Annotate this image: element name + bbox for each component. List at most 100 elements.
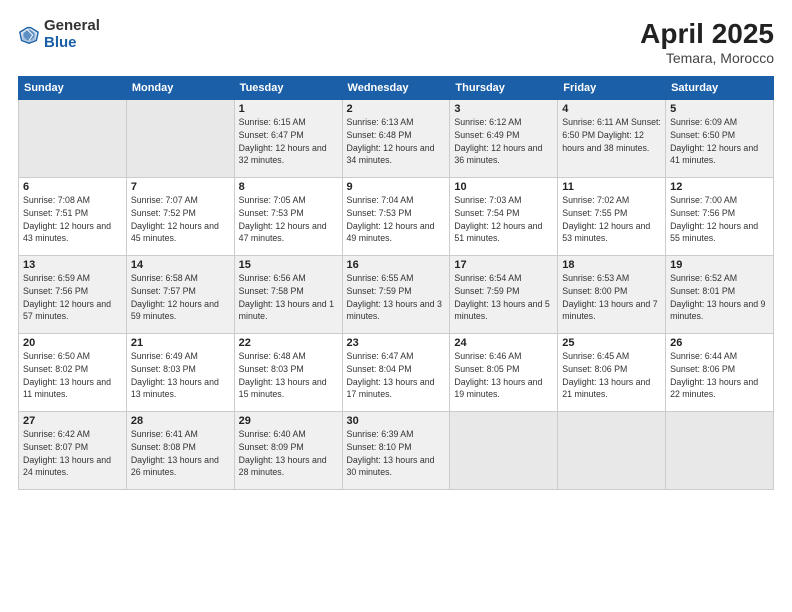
day-cell: 20Sunrise: 6:50 AM Sunset: 8:02 PM Dayli…	[19, 334, 127, 412]
day-cell: 19Sunrise: 6:52 AM Sunset: 8:01 PM Dayli…	[666, 256, 774, 334]
day-info: Sunrise: 6:44 AM Sunset: 8:06 PM Dayligh…	[670, 350, 769, 401]
week-row-3: 13Sunrise: 6:59 AM Sunset: 7:56 PM Dayli…	[19, 256, 774, 334]
day-info: Sunrise: 6:47 AM Sunset: 8:04 PM Dayligh…	[347, 350, 446, 401]
day-cell: 27Sunrise: 6:42 AM Sunset: 8:07 PM Dayli…	[19, 412, 127, 490]
day-number: 8	[239, 181, 338, 193]
day-number: 13	[23, 259, 122, 271]
day-cell: 13Sunrise: 6:59 AM Sunset: 7:56 PM Dayli…	[19, 256, 127, 334]
calendar: Sunday Monday Tuesday Wednesday Thursday…	[18, 76, 774, 490]
week-row-5: 27Sunrise: 6:42 AM Sunset: 8:07 PM Dayli…	[19, 412, 774, 490]
day-number: 18	[562, 259, 661, 271]
col-monday: Monday	[126, 77, 234, 100]
day-cell: 3Sunrise: 6:12 AM Sunset: 6:49 PM Daylig…	[450, 100, 558, 178]
logo-blue: Blue	[44, 35, 100, 52]
day-info: Sunrise: 6:58 AM Sunset: 7:57 PM Dayligh…	[131, 272, 230, 323]
day-cell: 12Sunrise: 7:00 AM Sunset: 7:56 PM Dayli…	[666, 178, 774, 256]
day-cell: 29Sunrise: 6:40 AM Sunset: 8:09 PM Dayli…	[234, 412, 342, 490]
day-info: Sunrise: 7:08 AM Sunset: 7:51 PM Dayligh…	[23, 194, 122, 245]
day-info: Sunrise: 6:13 AM Sunset: 6:48 PM Dayligh…	[347, 116, 446, 167]
day-number: 1	[239, 103, 338, 115]
day-number: 15	[239, 259, 338, 271]
title-block: April 2025 Temara, Morocco	[640, 18, 774, 66]
col-saturday: Saturday	[666, 77, 774, 100]
day-cell: 8Sunrise: 7:05 AM Sunset: 7:53 PM Daylig…	[234, 178, 342, 256]
day-info: Sunrise: 7:02 AM Sunset: 7:55 PM Dayligh…	[562, 194, 661, 245]
day-info: Sunrise: 6:48 AM Sunset: 8:03 PM Dayligh…	[239, 350, 338, 401]
day-number: 9	[347, 181, 446, 193]
day-info: Sunrise: 6:56 AM Sunset: 7:58 PM Dayligh…	[239, 272, 338, 323]
col-sunday: Sunday	[19, 77, 127, 100]
day-cell: 7Sunrise: 7:07 AM Sunset: 7:52 PM Daylig…	[126, 178, 234, 256]
month-title: April 2025	[640, 18, 774, 50]
day-number: 22	[239, 337, 338, 349]
day-number: 25	[562, 337, 661, 349]
day-cell: 6Sunrise: 7:08 AM Sunset: 7:51 PM Daylig…	[19, 178, 127, 256]
day-info: Sunrise: 7:00 AM Sunset: 7:56 PM Dayligh…	[670, 194, 769, 245]
day-number: 11	[562, 181, 661, 193]
col-friday: Friday	[558, 77, 666, 100]
location: Temara, Morocco	[640, 50, 774, 66]
col-wednesday: Wednesday	[342, 77, 450, 100]
day-cell: 9Sunrise: 7:04 AM Sunset: 7:53 PM Daylig…	[342, 178, 450, 256]
day-cell: 16Sunrise: 6:55 AM Sunset: 7:59 PM Dayli…	[342, 256, 450, 334]
calendar-body: 1Sunrise: 6:15 AM Sunset: 6:47 PM Daylig…	[19, 100, 774, 490]
day-number: 26	[670, 337, 769, 349]
calendar-header: Sunday Monday Tuesday Wednesday Thursday…	[19, 77, 774, 100]
day-info: Sunrise: 6:45 AM Sunset: 8:06 PM Dayligh…	[562, 350, 661, 401]
day-cell: 21Sunrise: 6:49 AM Sunset: 8:03 PM Dayli…	[126, 334, 234, 412]
week-row-1: 1Sunrise: 6:15 AM Sunset: 6:47 PM Daylig…	[19, 100, 774, 178]
logo-general: General	[44, 18, 100, 35]
day-cell	[126, 100, 234, 178]
day-number: 3	[454, 103, 553, 115]
day-cell: 17Sunrise: 6:54 AM Sunset: 7:59 PM Dayli…	[450, 256, 558, 334]
week-row-4: 20Sunrise: 6:50 AM Sunset: 8:02 PM Dayli…	[19, 334, 774, 412]
day-cell	[450, 412, 558, 490]
day-number: 5	[670, 103, 769, 115]
day-cell: 30Sunrise: 6:39 AM Sunset: 8:10 PM Dayli…	[342, 412, 450, 490]
day-number: 27	[23, 415, 122, 427]
day-info: Sunrise: 7:04 AM Sunset: 7:53 PM Dayligh…	[347, 194, 446, 245]
day-info: Sunrise: 6:55 AM Sunset: 7:59 PM Dayligh…	[347, 272, 446, 323]
day-number: 7	[131, 181, 230, 193]
day-cell: 25Sunrise: 6:45 AM Sunset: 8:06 PM Dayli…	[558, 334, 666, 412]
day-info: Sunrise: 6:12 AM Sunset: 6:49 PM Dayligh…	[454, 116, 553, 167]
day-info: Sunrise: 6:15 AM Sunset: 6:47 PM Dayligh…	[239, 116, 338, 167]
day-cell: 18Sunrise: 6:53 AM Sunset: 8:00 PM Dayli…	[558, 256, 666, 334]
day-number: 19	[670, 259, 769, 271]
day-number: 4	[562, 103, 661, 115]
day-info: Sunrise: 6:40 AM Sunset: 8:09 PM Dayligh…	[239, 428, 338, 479]
day-cell: 2Sunrise: 6:13 AM Sunset: 6:48 PM Daylig…	[342, 100, 450, 178]
day-cell: 1Sunrise: 6:15 AM Sunset: 6:47 PM Daylig…	[234, 100, 342, 178]
header: General Blue April 2025 Temara, Morocco	[18, 18, 774, 66]
day-info: Sunrise: 7:07 AM Sunset: 7:52 PM Dayligh…	[131, 194, 230, 245]
day-number: 14	[131, 259, 230, 271]
day-number: 24	[454, 337, 553, 349]
col-thursday: Thursday	[450, 77, 558, 100]
day-info: Sunrise: 6:09 AM Sunset: 6:50 PM Dayligh…	[670, 116, 769, 167]
day-info: Sunrise: 6:11 AM Sunset: 6:50 PM Dayligh…	[562, 116, 661, 154]
day-number: 17	[454, 259, 553, 271]
day-cell	[558, 412, 666, 490]
day-info: Sunrise: 6:41 AM Sunset: 8:08 PM Dayligh…	[131, 428, 230, 479]
day-cell: 26Sunrise: 6:44 AM Sunset: 8:06 PM Dayli…	[666, 334, 774, 412]
day-cell: 23Sunrise: 6:47 AM Sunset: 8:04 PM Dayli…	[342, 334, 450, 412]
day-info: Sunrise: 6:54 AM Sunset: 7:59 PM Dayligh…	[454, 272, 553, 323]
day-info: Sunrise: 6:49 AM Sunset: 8:03 PM Dayligh…	[131, 350, 230, 401]
day-cell: 11Sunrise: 7:02 AM Sunset: 7:55 PM Dayli…	[558, 178, 666, 256]
day-cell: 10Sunrise: 7:03 AM Sunset: 7:54 PM Dayli…	[450, 178, 558, 256]
day-number: 30	[347, 415, 446, 427]
day-number: 28	[131, 415, 230, 427]
logo-icon	[18, 24, 40, 46]
day-cell: 4Sunrise: 6:11 AM Sunset: 6:50 PM Daylig…	[558, 100, 666, 178]
day-info: Sunrise: 6:42 AM Sunset: 8:07 PM Dayligh…	[23, 428, 122, 479]
logo-text: General Blue	[44, 18, 100, 51]
day-number: 23	[347, 337, 446, 349]
day-number: 10	[454, 181, 553, 193]
day-cell: 14Sunrise: 6:58 AM Sunset: 7:57 PM Dayli…	[126, 256, 234, 334]
day-number: 12	[670, 181, 769, 193]
day-number: 6	[23, 181, 122, 193]
day-cell	[19, 100, 127, 178]
col-tuesday: Tuesday	[234, 77, 342, 100]
day-info: Sunrise: 7:03 AM Sunset: 7:54 PM Dayligh…	[454, 194, 553, 245]
day-number: 2	[347, 103, 446, 115]
